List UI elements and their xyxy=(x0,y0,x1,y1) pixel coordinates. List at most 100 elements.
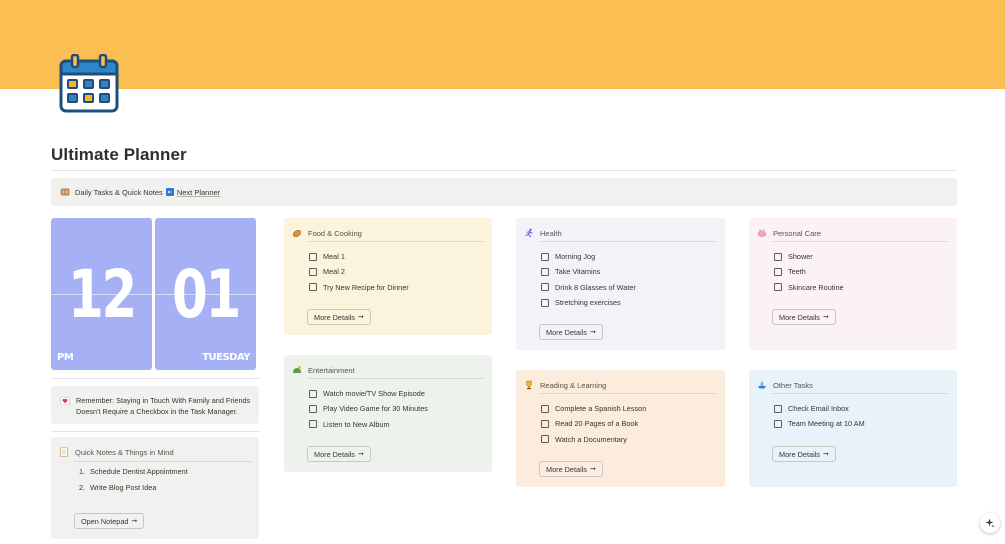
card-divider xyxy=(307,241,484,242)
checkbox[interactable] xyxy=(309,283,317,292)
list-item[interactable]: 1. Schedule Dentist Appointment xyxy=(79,467,188,483)
checkbox[interactable] xyxy=(774,419,782,428)
page-cover xyxy=(0,0,1005,89)
arrow-right-icon: ➞ xyxy=(131,518,138,525)
checkbox[interactable] xyxy=(541,298,549,307)
task-item[interactable]: Stretching exercises xyxy=(541,295,636,310)
callout-text: Daily Tasks & Quick Notes xyxy=(75,187,163,197)
reminder-text: Remember: Staying in Touch With Family a… xyxy=(76,396,251,416)
task-list: Shower Teeth Skincare Routine xyxy=(774,249,844,295)
clock-hour-card: 12 PM xyxy=(51,218,152,370)
list-item[interactable]: 2. Write Blog Post Idea xyxy=(79,483,188,499)
card-title: Personal Care xyxy=(773,228,821,238)
card-header: Personal Care xyxy=(757,228,821,238)
other-tasks-card: Other Tasks Check Email Inbox Team Meeti… xyxy=(749,370,957,487)
checkbox[interactable] xyxy=(541,404,549,413)
food-cooking-card: Food & Cooking Meal 1 Meal 2 Try New Rec… xyxy=(284,218,492,335)
card-header: Food & Cooking xyxy=(292,228,362,238)
checkbox[interactable] xyxy=(309,252,317,261)
task-item[interactable]: Skincare Routine xyxy=(774,280,844,295)
card-header: Entertainment xyxy=(292,365,355,375)
callout-navigation: Daily Tasks & Quick Notes Next Planner xyxy=(51,178,957,206)
task-item[interactable]: Meal 1 xyxy=(309,249,409,264)
sparkle-glyph xyxy=(985,518,995,528)
entertainment-card: Entertainment Watch movie/TV Show Episod… xyxy=(284,355,492,472)
checkbox[interactable] xyxy=(309,420,317,429)
task-item[interactable]: Shower xyxy=(774,249,844,264)
task-list: Check Email Inbox Team Meeting at 10 AM xyxy=(774,401,865,432)
page-title: Ultimate Planner xyxy=(51,145,187,164)
checkbox[interactable] xyxy=(541,252,549,261)
card-title: Health xyxy=(540,228,562,238)
card-divider xyxy=(307,378,484,379)
more-details-button[interactable]: More Details ➞ xyxy=(539,324,603,340)
task-item[interactable]: Try New Recipe for Dinner xyxy=(309,280,409,295)
more-details-button[interactable]: More Details ➞ xyxy=(307,446,371,462)
task-item[interactable]: Take Vitamins xyxy=(541,264,636,279)
notes-header: Quick Notes & Things in Mind xyxy=(59,447,174,457)
card-title: Entertainment xyxy=(308,365,355,375)
task-item[interactable]: Meal 2 xyxy=(309,264,409,279)
bread-icon xyxy=(293,229,301,238)
arrow-right-icon: ➞ xyxy=(822,314,829,321)
personal-care-card: Personal Care Shower Teeth Skincare Rout… xyxy=(749,218,957,350)
notes-title: Quick Notes & Things in Mind xyxy=(75,447,174,457)
open-notepad-button[interactable]: Open Notepad ➞ xyxy=(74,513,145,529)
ship-icon xyxy=(758,381,766,389)
checkbox[interactable] xyxy=(541,419,549,428)
more-details-button[interactable]: More Details ➞ xyxy=(539,461,603,477)
card-header: Other Tasks xyxy=(757,380,813,390)
arrow-right-icon: ➞ xyxy=(822,451,829,458)
card-divider xyxy=(539,393,717,394)
divider xyxy=(51,378,259,379)
card-divider xyxy=(772,241,949,242)
checkbox[interactable] xyxy=(541,283,549,292)
task-item[interactable]: Listen to New Album xyxy=(309,417,428,432)
more-details-button[interactable]: More Details ➞ xyxy=(772,309,836,325)
notebook-icon xyxy=(60,188,70,196)
calendar-icon[interactable] xyxy=(58,54,120,114)
task-item[interactable]: Team Meeting at 10 AM xyxy=(774,416,865,431)
trophy-icon xyxy=(526,380,532,390)
card-header: Reading & Learning xyxy=(524,380,606,390)
checkbox[interactable] xyxy=(774,252,782,261)
checkbox[interactable] xyxy=(309,404,317,413)
sparkle-icon[interactable] xyxy=(980,513,1000,533)
task-item[interactable]: Check Email Inbox xyxy=(774,401,865,416)
task-item[interactable]: Complete a Spanish Lesson xyxy=(541,401,646,416)
task-item[interactable]: Drink 8 Glasses of Water xyxy=(541,280,636,295)
checkbox[interactable] xyxy=(774,283,782,292)
task-item[interactable]: Play Video Game for 30 Minutes xyxy=(309,401,428,416)
more-details-button[interactable]: More Details ➞ xyxy=(307,309,371,325)
card-divider xyxy=(772,393,949,394)
task-item[interactable]: Read 20 Pages of a Book xyxy=(541,416,646,431)
task-list: Watch movie/TV Show Episode Play Video G… xyxy=(309,386,428,432)
checkbox[interactable] xyxy=(309,389,317,398)
flip-split xyxy=(155,294,256,295)
next-planner-link[interactable]: Next Planner xyxy=(177,188,220,197)
checkbox[interactable] xyxy=(541,435,549,444)
task-item[interactable]: Watch movie/TV Show Episode xyxy=(309,386,428,401)
card-title: Reading & Learning xyxy=(540,380,607,390)
notes-list: 1. Schedule Dentist Appointment 2. Write B… xyxy=(79,467,188,498)
checkbox[interactable] xyxy=(541,267,549,276)
task-item[interactable]: Morning Jog xyxy=(541,249,636,264)
more-details-button[interactable]: More Details ➞ xyxy=(772,446,836,462)
quick-notes-callout: Quick Notes & Things in Mind 1. Schedule … xyxy=(51,437,259,539)
health-card: Health Morning Jog Take Vitamins Drink 8… xyxy=(516,218,725,350)
card-title: Food & Cooking xyxy=(308,228,362,238)
task-item[interactable]: Watch a Documentary xyxy=(541,432,646,447)
reading-learning-card: Reading & Learning Complete a Spanish Le… xyxy=(516,370,725,487)
checkbox[interactable] xyxy=(774,267,782,276)
arrow-right-box-icon xyxy=(165,188,174,196)
heart-letter-icon xyxy=(60,397,70,405)
task-list: Meal 1 Meal 2 Try New Recipe for Dinner xyxy=(309,249,409,295)
task-item[interactable]: Teeth xyxy=(774,264,844,279)
soap-icon xyxy=(757,229,767,237)
card-header: Health xyxy=(524,228,562,238)
checkbox[interactable] xyxy=(309,267,317,276)
divider xyxy=(51,431,259,432)
game-icon xyxy=(293,366,301,373)
checkbox[interactable] xyxy=(774,404,782,413)
runner-icon xyxy=(525,228,533,238)
